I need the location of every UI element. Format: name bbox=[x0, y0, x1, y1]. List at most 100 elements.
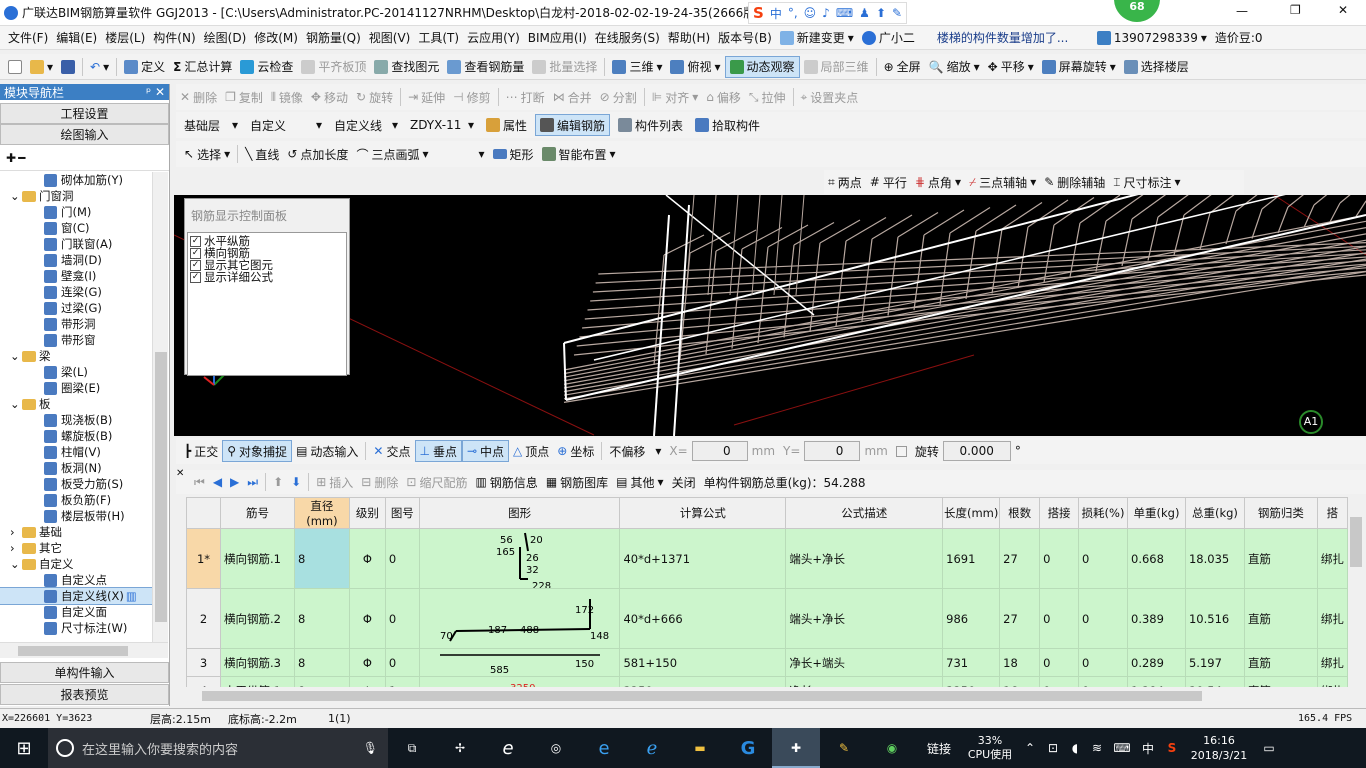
align-top-button[interactable]: 平齐板顶 bbox=[297, 56, 370, 78]
tree-item[interactable]: 板受力筋(S) bbox=[0, 476, 152, 492]
cell-unit[interactable]: 0.389 bbox=[1127, 588, 1186, 649]
menu-online[interactable]: 在线服务(S) bbox=[591, 27, 664, 49]
pick-component-button[interactable]: 拾取构件 bbox=[691, 114, 764, 136]
cell-idx[interactable]: 1* bbox=[186, 528, 221, 589]
menu-component[interactable]: 构件(N) bbox=[149, 27, 199, 49]
rotate-button[interactable]: ↻ 旋转 bbox=[352, 86, 397, 108]
intersection-button[interactable]: ✕ 交点 bbox=[369, 440, 414, 462]
network-icon[interactable]: ⊡ bbox=[1042, 741, 1064, 755]
cell-loss[interactable]: 0 bbox=[1078, 588, 1128, 649]
tree-hscrollbar[interactable] bbox=[0, 642, 168, 658]
column-header[interactable]: 单重(kg) bbox=[1127, 497, 1186, 529]
column-header[interactable]: 筋号 bbox=[219, 497, 295, 529]
save-button[interactable] bbox=[57, 56, 79, 78]
delete-row-button[interactable]: ⊟ 删除 bbox=[357, 471, 402, 493]
split-button[interactable]: ⊘ 分割 bbox=[596, 86, 641, 108]
three-point-axis-button[interactable]: ⌿ 三点辅轴 ▾ bbox=[965, 171, 1040, 193]
prev-record-button[interactable]: ◀ bbox=[209, 471, 226, 493]
cell-idx[interactable]: 3 bbox=[186, 648, 221, 677]
task-view-icon[interactable]: ⧉ bbox=[388, 741, 436, 756]
expand-icon[interactable]: › bbox=[10, 541, 22, 555]
cell-dia[interactable]: 8 bbox=[293, 588, 350, 649]
tree-item[interactable]: ⌄ 门窗洞 bbox=[0, 188, 152, 204]
column-header[interactable]: 图形 bbox=[418, 497, 621, 529]
rotate-checkbox[interactable] bbox=[895, 445, 907, 457]
select-tool-button[interactable]: ↖ 选择 ▾ bbox=[180, 143, 234, 165]
cell-lap[interactable]: 0 bbox=[1039, 528, 1080, 589]
ime-indicator[interactable]: 中 bbox=[1136, 740, 1160, 757]
last-record-button[interactable]: ⏭ bbox=[243, 471, 262, 493]
point-angle-button[interactable]: ⋕ 点角 ▾ bbox=[911, 171, 965, 193]
wrench-icon[interactable]: ✎ bbox=[892, 6, 902, 20]
tree-item[interactable]: 门联窗(A) bbox=[0, 236, 152, 252]
menu-version[interactable]: 版本号(B) bbox=[714, 27, 776, 49]
cell-grade[interactable]: Φ bbox=[348, 528, 386, 589]
dynamic-input-button[interactable]: ▤ 动态输入 bbox=[292, 440, 362, 462]
properties-button[interactable]: 属性 bbox=[482, 114, 531, 136]
open-file-button[interactable]: ▾ bbox=[26, 56, 57, 78]
cell-dia[interactable]: 8 bbox=[293, 528, 350, 589]
first-record-button[interactable]: ⏮ bbox=[190, 471, 209, 493]
glodon-g-icon[interactable]: G bbox=[724, 738, 772, 759]
skin-icon[interactable]: ♟ bbox=[859, 6, 870, 20]
menu-help[interactable]: 帮助(H) bbox=[664, 27, 714, 49]
ie-blue-icon[interactable]: ℯ bbox=[628, 738, 676, 759]
glodon-ggj-icon[interactable]: ✚ bbox=[772, 728, 820, 768]
rotate-input[interactable]: 0.000 bbox=[942, 441, 1011, 461]
trim-button[interactable]: ⊣ 修剪 bbox=[449, 86, 494, 108]
report-preview-button[interactable]: 报表预览 bbox=[0, 684, 169, 705]
table-vscroll-thumb[interactable] bbox=[1350, 517, 1362, 567]
notification-icon[interactable]: ▭ bbox=[1254, 741, 1284, 755]
cell-loss[interactable]: 0 bbox=[1078, 528, 1128, 589]
expand-all-icon[interactable]: ✚ bbox=[6, 151, 16, 165]
cell-extra[interactable]: 绑扎 bbox=[1316, 528, 1348, 589]
x-input[interactable]: 0 bbox=[691, 441, 748, 461]
cell-formula[interactable]: 40*d+1371 bbox=[619, 528, 787, 589]
wifi-icon[interactable]: ≋ bbox=[1086, 741, 1108, 755]
cell-grade[interactable]: Φ bbox=[348, 676, 386, 687]
cell-unit[interactable]: 0.668 bbox=[1127, 528, 1186, 589]
other-button[interactable]: ▤ 其他 ▾ bbox=[612, 471, 667, 493]
notice-text[interactable]: 楼梯的构件数量增加了... bbox=[933, 27, 1093, 49]
table-row[interactable]: 4水平纵筋.18Φ132503250净长325016001.28420.54直筋… bbox=[186, 676, 1348, 687]
line-tool-button[interactable]: ╲ 直线 bbox=[241, 143, 283, 165]
cell-formula[interactable]: 3250 bbox=[619, 676, 787, 687]
collapse-icon[interactable]: ⌄ bbox=[10, 349, 22, 363]
3d-viewport[interactable]: A1 bbox=[174, 195, 1366, 436]
cell-fig[interactable]: 0 bbox=[384, 648, 420, 677]
merge-button[interactable]: ⋈ 合并 bbox=[549, 86, 596, 108]
find-button[interactable]: 查找图元 bbox=[370, 56, 443, 78]
zoom-button[interactable]: 🔍 缩放 ▾ bbox=[925, 56, 984, 78]
cell-extra[interactable]: 绑扎 bbox=[1316, 648, 1348, 677]
tree-item[interactable]: 现浇板(B) bbox=[0, 412, 152, 428]
tree-item[interactable]: › 其它 bbox=[0, 540, 152, 556]
table-row[interactable]: 1* 横向钢筋.1 8 Φ 0 56 20 165 26 32 228 40*d+1371 端头+净长 1… bbox=[186, 528, 1348, 589]
tree-scroll-thumb[interactable] bbox=[155, 352, 167, 622]
project-settings-button[interactable]: 工程设置 bbox=[0, 103, 169, 124]
tree-item[interactable]: ⌄ 自定义 bbox=[0, 556, 152, 572]
top-view-button[interactable]: 俯视 ▾ bbox=[666, 56, 724, 78]
cell-name[interactable]: 横向钢筋.1 bbox=[219, 528, 295, 589]
emoji-icon[interactable]: ☺ bbox=[804, 6, 817, 20]
column-header[interactable]: 根数 bbox=[999, 497, 1041, 529]
cell-fig[interactable]: 0 bbox=[384, 588, 420, 649]
cell-lap[interactable]: 0 bbox=[1039, 676, 1080, 687]
volume-icon[interactable]: ◖ bbox=[1064, 741, 1086, 755]
column-header[interactable]: 搭接 bbox=[1039, 497, 1080, 529]
cell-dia[interactable]: 8 bbox=[293, 676, 350, 687]
cell-count[interactable]: 16 bbox=[999, 676, 1041, 687]
cell-name[interactable]: 水平纵筋.1 bbox=[219, 676, 295, 687]
panel-item-formula[interactable]: ✓ 显示详细公式 bbox=[190, 271, 344, 283]
tree-item[interactable]: 自定义点 bbox=[0, 572, 152, 588]
cell-unit[interactable]: 1.284 bbox=[1127, 676, 1186, 687]
taskbar-search[interactable]: 在这里输入你要搜索的内容 🎙 bbox=[48, 728, 388, 768]
fan-app-icon[interactable]: ✢ bbox=[436, 741, 484, 755]
rect-tool-button[interactable]: 矩形 bbox=[489, 143, 538, 165]
align-button[interactable]: ⊫ 对齐 ▾ bbox=[648, 86, 703, 108]
view-rebar-button[interactable]: 查看钢筋量 bbox=[443, 56, 528, 78]
tree-item[interactable]: 窗(C) bbox=[0, 220, 152, 236]
pan-button[interactable]: ✥ 平移 ▾ bbox=[984, 56, 1038, 78]
parallel-axis-button[interactable]: # 平行 bbox=[866, 171, 911, 193]
tree-item[interactable]: 柱帽(V) bbox=[0, 444, 152, 460]
move-up-button[interactable]: ⬆ bbox=[269, 471, 287, 493]
